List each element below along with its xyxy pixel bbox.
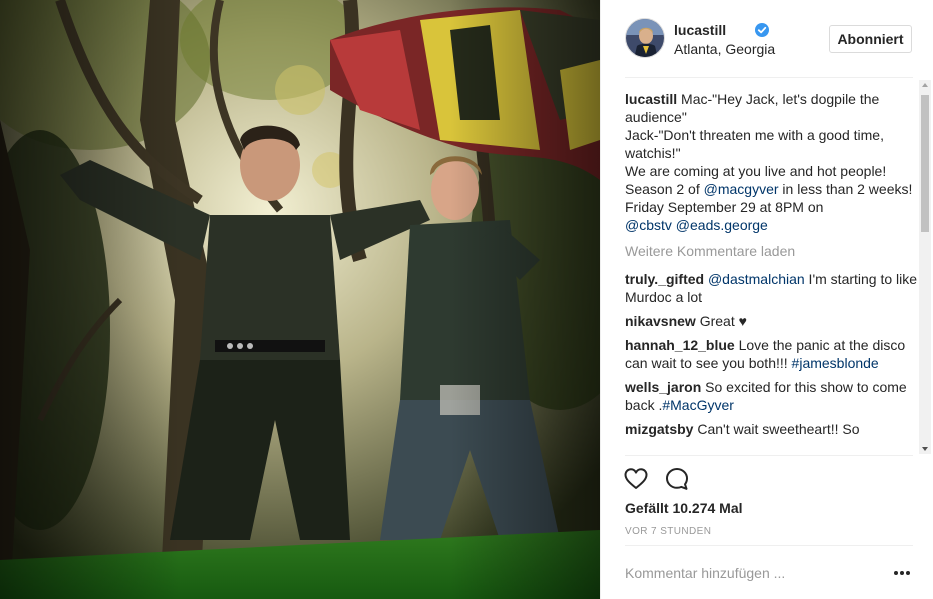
divider	[625, 455, 913, 456]
divider	[625, 77, 913, 78]
scrollbar-thumb[interactable]	[921, 95, 929, 232]
load-more-comments-button[interactable]: Weitere Kommentare laden	[625, 242, 918, 260]
scroll-up-arrow-icon[interactable]	[922, 83, 928, 87]
post-timestamp[interactable]: VOR 7 STUNDEN	[625, 526, 711, 537]
location-link[interactable]: Atlanta, Georgia	[674, 41, 775, 57]
post-photo[interactable]	[0, 0, 600, 599]
heart-icon[interactable]	[623, 466, 649, 492]
caption-line: Jack-"Don't threaten me with a good time…	[625, 127, 884, 161]
comment-item: nikavsnew Great ♥	[625, 312, 918, 330]
like-count[interactable]: Gefällt 10.274 Mal	[625, 500, 743, 516]
divider	[625, 545, 913, 546]
avatar[interactable]	[625, 18, 665, 58]
post-header: lucastill Atlanta, Georgia Abonniert	[601, 0, 933, 77]
comment-username[interactable]: mizgatsby	[625, 421, 697, 437]
hashtag-link[interactable]: #jamesblonde	[792, 355, 879, 371]
instagram-post: lucastill Atlanta, Georgia Abonniert luc…	[0, 0, 933, 599]
comment-username[interactable]: hannah_12_blue	[625, 337, 739, 353]
comment-item: wells_jaron So excited for this show to …	[625, 378, 918, 414]
post-sidebar: lucastill Atlanta, Georgia Abonniert luc…	[600, 0, 933, 599]
following-button[interactable]: Abonniert	[829, 25, 912, 53]
avatar-image	[626, 19, 664, 57]
more-options-icon[interactable]	[892, 568, 912, 578]
scroll-down-arrow-icon[interactable]	[922, 447, 928, 451]
add-comment-input[interactable]	[625, 562, 875, 584]
mention-link[interactable]: @dastmalchian	[708, 271, 805, 287]
comments-list: lucastill Mac-"Hey Jack, let's dogpile t…	[625, 90, 918, 454]
mention-link[interactable]: @macgyver	[704, 181, 779, 197]
caption-username[interactable]: lucastill	[625, 91, 681, 107]
comment-text: Great ♥	[699, 313, 747, 329]
post-image	[0, 0, 600, 599]
comment-text: Can't wait sweetheart!! So	[697, 421, 860, 437]
mention-link[interactable]: @cbstv	[625, 217, 672, 233]
comment-bubble-icon[interactable]	[664, 466, 690, 492]
verified-badge-icon	[755, 23, 769, 37]
username-link[interactable]: lucastill	[674, 22, 726, 38]
comment-username[interactable]: nikavsnew	[625, 313, 700, 329]
comment-item: hannah_12_blue Love the panic at the dis…	[625, 336, 918, 372]
comment-item: mizgatsby Can't wait sweetheart!! So	[625, 420, 918, 438]
hashtag-link[interactable]: #MacGyver	[662, 397, 734, 413]
mention-link[interactable]: @eads.george	[676, 217, 768, 233]
comment-username[interactable]: wells_jaron	[625, 379, 705, 395]
comment-username[interactable]: truly._gifted	[625, 271, 708, 287]
comment-item: truly._gifted @dastmalchian I'm starting…	[625, 270, 918, 306]
comments-scrollbar[interactable]	[919, 80, 931, 454]
caption: lucastill Mac-"Hey Jack, let's dogpile t…	[625, 90, 918, 234]
